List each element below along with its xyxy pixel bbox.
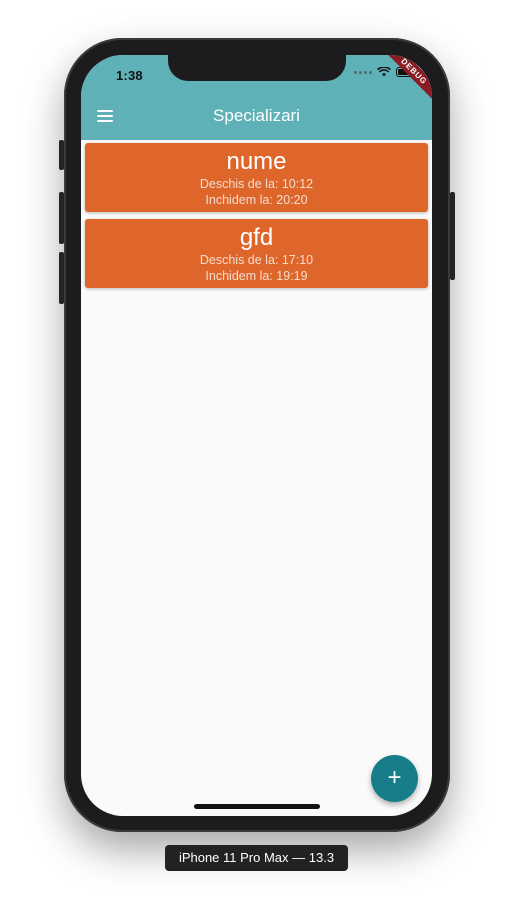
device-label: iPhone 11 Pro Max — 13.3	[165, 845, 348, 871]
card-opening-time: Deschis de la: 17:10	[199, 253, 314, 267]
signal-icon	[354, 70, 372, 74]
wifi-icon	[377, 67, 391, 77]
plus-icon: +	[387, 763, 402, 791]
home-indicator[interactable]	[194, 804, 320, 809]
phone-screen: 1:38 DEBUG Specializari nume Deschis de …	[81, 55, 432, 816]
card-opening-time: Deschis de la: 10:12	[199, 177, 314, 191]
debug-banner: DEBUG	[381, 55, 432, 105]
specialization-list: nume Deschis de la: 10:12 Inchidem la: 2…	[85, 143, 428, 295]
card-name: gfd	[239, 224, 274, 251]
add-button[interactable]: +	[371, 755, 418, 802]
card-closing-time: Inchidem la: 19:19	[205, 269, 308, 283]
page-title: Specializari	[213, 106, 300, 125]
specialization-card[interactable]: gfd Deschis de la: 17:10 Inchidem la: 19…	[85, 219, 428, 288]
app-bar: 1:38 DEBUG Specializari	[81, 55, 432, 140]
card-name: nume	[226, 148, 287, 175]
power-button	[450, 192, 455, 280]
specialization-card[interactable]: nume Deschis de la: 10:12 Inchidem la: 2…	[85, 143, 428, 212]
card-closing-time: Inchidem la: 20:20	[205, 193, 308, 207]
status-time: 1:38	[116, 68, 143, 83]
notch	[168, 55, 346, 81]
simulator-stage: 1:38 DEBUG Specializari nume Deschis de …	[0, 0, 513, 907]
